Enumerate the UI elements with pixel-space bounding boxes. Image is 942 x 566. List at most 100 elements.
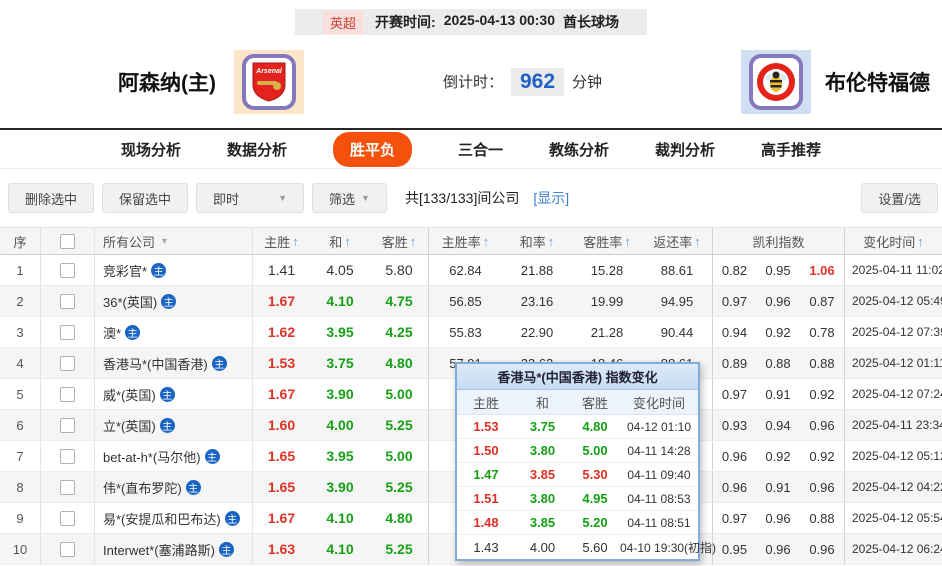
odds-cell[interactable]: 4.00 <box>310 410 370 440</box>
odds-cell[interactable]: 3.95 <box>310 317 370 347</box>
odds-cell[interactable]: 5.25 <box>370 410 428 440</box>
header-change-time[interactable]: 变化时间 ↑ <box>844 228 942 254</box>
kelly-cell: 0.96 <box>712 472 756 502</box>
popup-time-cell: 04-11 08:51 <box>627 515 691 530</box>
show-link[interactable]: [显示] <box>533 188 569 208</box>
odds-cell[interactable]: 3.95 <box>310 441 370 471</box>
row-checkbox[interactable] <box>60 386 75 402</box>
company-name[interactable]: 易*(安提瓜和巴布达) <box>103 509 221 528</box>
row-checkbox[interactable] <box>60 355 75 371</box>
company-name[interactable]: 香港马*(中国香港) <box>103 354 208 373</box>
odds-cell[interactable]: 1.60 <box>252 410 310 440</box>
odds-cell[interactable]: 5.25 <box>370 534 428 564</box>
odds-cell[interactable]: 3.90 <box>310 472 370 502</box>
odds-cell[interactable]: 4.25 <box>370 317 428 347</box>
header-company[interactable]: 所有公司 ▼ <box>94 228 252 254</box>
company-name[interactable]: 伟*(直布罗陀) <box>103 478 182 497</box>
company-name[interactable]: Interwet*(塞浦路斯) <box>103 540 215 559</box>
odds-history-popup: 香港马*(中国香港) 指数变化 主胜 和 客胜 变化时间 1.53 3.75 4.80 04… <box>455 362 716 561</box>
tab-高手推荐[interactable]: 高手推荐 <box>761 139 821 160</box>
odds-cell[interactable]: 1.53 <box>252 348 310 378</box>
rate-cell: 90.44 <box>660 324 694 340</box>
table-row: 2 36*(英国) 主 1.67 4.10 4.75 56.85 23.16 19.99 94.9… <box>0 286 942 317</box>
odds-cell[interactable]: 4.10 <box>310 286 370 316</box>
tab-现场分析[interactable]: 现场分析 <box>121 139 181 160</box>
sort-up-icon: ↑ <box>624 233 631 249</box>
row-index: 4 <box>16 355 24 371</box>
kelly-cell: 0.92 <box>809 386 835 402</box>
row-checkbox[interactable] <box>60 324 75 340</box>
header-home-odds[interactable]: 主胜 ↑ <box>252 228 310 254</box>
tab-数据分析[interactable]: 数据分析 <box>227 139 287 160</box>
time-cell: 2025-04-12 04:22 <box>844 472 942 502</box>
company-cell: 竞彩官* 主 <box>94 255 252 285</box>
row-checkbox[interactable] <box>60 293 75 309</box>
header-draw-odds[interactable]: 和 ↑ <box>310 228 370 254</box>
header-return-rate[interactable]: 返还率 ↑ <box>642 228 712 254</box>
odds-cell[interactable]: 1.63 <box>252 534 310 564</box>
odds-cell[interactable]: 1.67 <box>252 379 310 409</box>
kickoff-label: 开赛时间: <box>375 14 436 30</box>
odds-cell[interactable]: 1.65 <box>252 472 310 502</box>
tab-教练分析[interactable]: 教练分析 <box>549 139 609 160</box>
row-checkbox-cell <box>40 317 94 347</box>
settings-button[interactable]: 设置/选 <box>861 183 938 213</box>
row-checkbox[interactable] <box>60 541 75 557</box>
company-name[interactable]: 威*(英国) <box>103 385 156 404</box>
tab-裁判分析[interactable]: 裁判分析 <box>655 139 715 160</box>
odds-cell[interactable]: 1.67 <box>252 503 310 533</box>
odds-cell[interactable]: 4.80 <box>370 348 428 378</box>
odds-cell[interactable]: 5.80 <box>370 255 428 285</box>
company-name[interactable]: bet-at-h*(马尔他) <box>103 447 201 466</box>
home-team-logo: Arsenal <box>234 49 304 114</box>
company-name[interactable]: 36*(英国) <box>103 292 157 311</box>
select-all-checkbox[interactable] <box>60 233 75 249</box>
odds-cell[interactable]: 3.90 <box>310 379 370 409</box>
row-checkbox[interactable] <box>60 510 75 526</box>
popup-odds-cell: 5.60 <box>582 539 608 555</box>
chevron-down-icon: ▼ <box>160 236 169 246</box>
row-checkbox[interactable] <box>60 417 75 433</box>
company-tag-icon: 主 <box>185 479 201 495</box>
filter-dropdown[interactable]: 筛选 ▼ <box>312 183 387 213</box>
popup-time-cell: 04-11 08:53 <box>627 491 691 506</box>
table-row: 3 澳* 主 1.62 3.95 4.25 55.83 22.90 21.28 90.44 0.94… <box>0 317 942 348</box>
row-index: 5 <box>16 386 24 402</box>
odds-cell[interactable]: 4.05 <box>310 255 370 285</box>
odds-cell[interactable]: 5.00 <box>370 379 428 409</box>
odds-cell[interactable]: 4.10 <box>310 534 370 564</box>
odds-cell[interactable]: 1.41 <box>252 255 310 285</box>
odds-cell[interactable]: 5.00 <box>370 441 428 471</box>
header-home-rate[interactable]: 主胜率 ↑ <box>428 228 502 254</box>
row-checkbox[interactable] <box>60 479 75 495</box>
odds-cell[interactable]: 1.67 <box>252 286 310 316</box>
row-checkbox[interactable] <box>60 448 75 464</box>
header-checkbox-cell <box>40 228 94 254</box>
popup-header-cell: 和 <box>535 395 549 411</box>
company-name[interactable]: 竞彩官* <box>103 261 147 280</box>
odds-cell[interactable]: 1.62 <box>252 317 310 347</box>
row-checkbox[interactable] <box>60 262 75 278</box>
header-away-rate[interactable]: 客胜率 ↑ <box>572 228 642 254</box>
row-checkbox-cell <box>40 472 94 502</box>
odds-cell[interactable]: 4.10 <box>310 503 370 533</box>
odds-cell[interactable]: 4.80 <box>370 503 428 533</box>
tab-胜平负[interactable]: 胜平负 <box>332 131 412 167</box>
tab-三合一[interactable]: 三合一 <box>458 139 503 160</box>
odds-cell[interactable]: 3.75 <box>310 348 370 378</box>
company-name[interactable]: 立*(英国) <box>103 416 156 435</box>
kelly-cell: 0.88 <box>809 510 835 526</box>
odds-cell[interactable]: 1.65 <box>252 441 310 471</box>
instant-dropdown[interactable]: 即时 ▼ <box>196 183 305 213</box>
rate-cell: 94.95 <box>660 293 694 309</box>
header-away-odds[interactable]: 客胜 ↑ <box>370 228 428 254</box>
delete-selected-button[interactable]: 删除选中 <box>8 183 95 213</box>
popup-header: 主胜 和 客胜 变化时间 <box>457 390 698 415</box>
company-name[interactable]: 澳* <box>103 323 121 342</box>
header-draw-rate[interactable]: 和率 ↑ <box>502 228 572 254</box>
keep-selected-button[interactable]: 保留选中 <box>102 183 189 213</box>
kelly-cell: 0.96 <box>809 541 835 557</box>
popup-row: 1.50 3.80 5.00 04-11 14:28 <box>457 439 698 463</box>
odds-cell[interactable]: 4.75 <box>370 286 428 316</box>
odds-cell[interactable]: 5.25 <box>370 472 428 502</box>
